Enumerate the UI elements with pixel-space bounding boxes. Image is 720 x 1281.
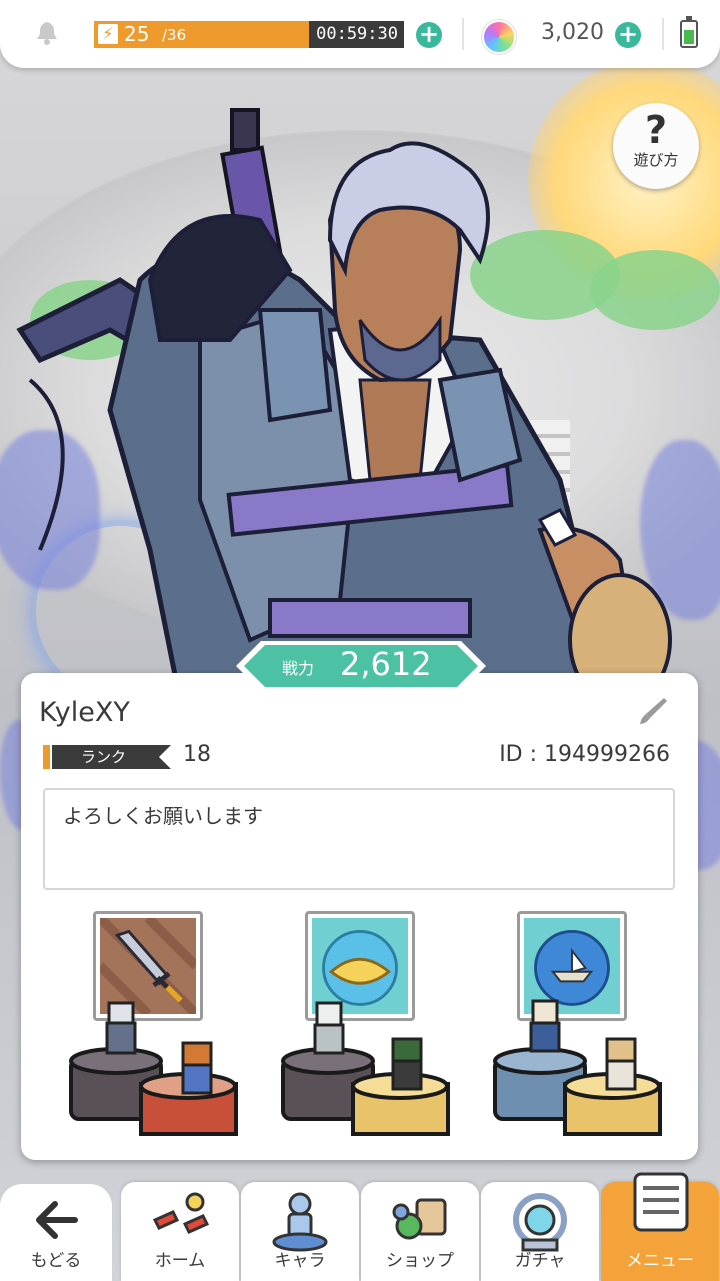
help-label: 遊び方 bbox=[633, 151, 679, 169]
battery-icon bbox=[680, 16, 698, 48]
team-slot-1[interactable] bbox=[41, 909, 251, 1139]
rank-label: ランク bbox=[81, 748, 127, 766]
back-button[interactable]: もどる bbox=[0, 1184, 112, 1281]
nav-menu[interactable]: メニュー bbox=[601, 1172, 719, 1281]
lightning-icon: ⚡ bbox=[98, 24, 118, 44]
stamina-current: 25 bbox=[124, 22, 150, 46]
character-sprite bbox=[391, 1037, 423, 1091]
brush-icon[interactable] bbox=[636, 694, 670, 728]
back-arrow-icon bbox=[36, 1201, 78, 1239]
power-label: 戦力 bbox=[282, 659, 315, 678]
rank-value: 18 bbox=[183, 742, 211, 767]
plus-icon[interactable]: + bbox=[416, 22, 442, 48]
profile-card: KyleXY ランク 18 ID : 194999266 よろしくお願いします bbox=[21, 673, 698, 1160]
player-id: ID : 194999266 bbox=[499, 742, 670, 767]
bottom-navigation: もどる ホーム キャラ ショップ ガチャ メニュー bbox=[0, 1172, 720, 1281]
power-value: 2,612 bbox=[340, 645, 432, 683]
character-sprite bbox=[313, 1001, 345, 1055]
nav-character[interactable]: キャラ bbox=[241, 1182, 359, 1281]
nav-gacha[interactable]: ガチャ bbox=[481, 1182, 599, 1281]
nav-label: キャラ bbox=[274, 1251, 326, 1271]
profile-comment: よろしくお願いします bbox=[43, 788, 675, 890]
bell-icon[interactable] bbox=[34, 20, 60, 46]
character-sprite bbox=[105, 1001, 137, 1055]
nav-label: ホーム bbox=[154, 1251, 206, 1271]
nav-home[interactable]: ホーム bbox=[121, 1182, 239, 1281]
character-sprite bbox=[529, 999, 561, 1053]
character-sprite bbox=[605, 1037, 637, 1091]
hero-character-illustration bbox=[16, 108, 672, 700]
help-button[interactable]: ? 遊び方 bbox=[613, 103, 699, 189]
nav-label: もどる bbox=[30, 1251, 82, 1271]
nav-label: メニュー bbox=[626, 1251, 694, 1271]
nav-label: ガチャ bbox=[514, 1251, 566, 1271]
rainbow-gem-icon bbox=[482, 20, 516, 54]
stamina-bar: ⚡ 25 /36 00:59:30 bbox=[94, 21, 404, 48]
nav-shop[interactable]: ショップ bbox=[361, 1182, 479, 1281]
power-badge: 戦力 2,612 bbox=[236, 641, 486, 691]
stamina-timer: 00:59:30 bbox=[316, 24, 398, 44]
character-sprite bbox=[181, 1041, 213, 1095]
menu-icon bbox=[633, 1172, 689, 1232]
stamina-max: /36 bbox=[162, 26, 187, 44]
team-slot-3[interactable] bbox=[465, 909, 675, 1139]
question-icon: ? bbox=[644, 108, 668, 152]
team-slot-2[interactable] bbox=[253, 909, 463, 1139]
nav-label: ショップ bbox=[386, 1251, 454, 1271]
player-name: KyleXY bbox=[39, 697, 130, 728]
gem-count: 3,020 bbox=[541, 20, 604, 45]
plus-icon[interactable]: + bbox=[615, 22, 641, 48]
top-status-bar: ⚡ 25 /36 00:59:30 + 3,020 + bbox=[0, 0, 720, 68]
